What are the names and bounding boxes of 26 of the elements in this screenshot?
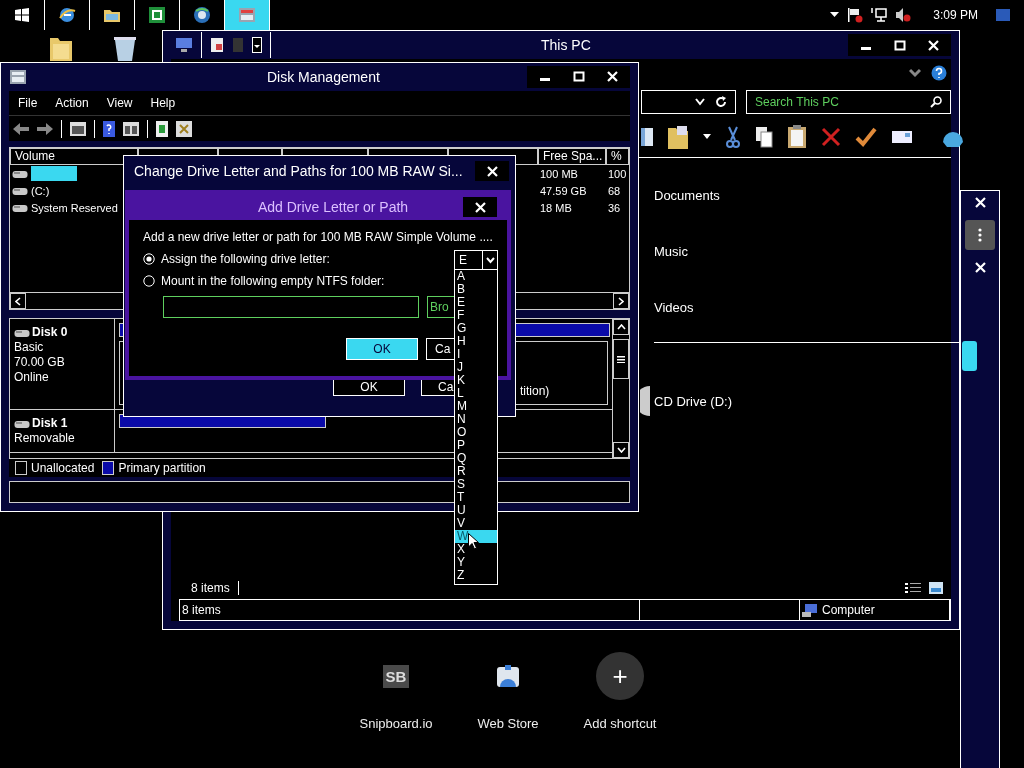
- table-cell: 100 MB: [540, 167, 578, 180]
- item-count: 8 items: [191, 581, 239, 595]
- disk-info: Basic: [14, 340, 45, 356]
- table-cell: System Reserved: [31, 201, 118, 214]
- table-cell: 100: [608, 167, 627, 180]
- status-count: 8 items: [180, 600, 640, 620]
- dialog-title: Add Drive Letter or Path: [257, 199, 409, 215]
- disk-info: Online: [14, 370, 50, 386]
- dialog-title: Change Drive Letter and Paths for 100 MB RAW Si...: [134, 163, 463, 179]
- window-title: Disk Management: [267, 68, 380, 85]
- dropdown-value: E: [459, 253, 467, 267]
- table-cell: 47.59 GB: [540, 184, 587, 197]
- disk-info: Removable: [14, 431, 76, 447]
- table-cell: 68: [608, 184, 621, 197]
- partition-label: tition): [520, 384, 550, 399]
- table-cell: 36: [608, 201, 621, 214]
- disk-name: Disk 1: [32, 416, 68, 432]
- dialog-prompt: Add a new drive letter or path for 100 MB RAW Simple Volume ....: [143, 230, 494, 244]
- disk-name: Disk 0: [32, 325, 68, 341]
- status-location: Computer: [822, 603, 875, 617]
- legend-label: Unallocated: [31, 461, 95, 476]
- window-title: This PC: [541, 37, 591, 53]
- legend-label: Primary partition: [118, 461, 206, 476]
- table-cell: 18 MB: [540, 201, 572, 214]
- disk-info: 70.00 GB: [14, 355, 66, 371]
- table-cell: (C:): [31, 184, 50, 197]
